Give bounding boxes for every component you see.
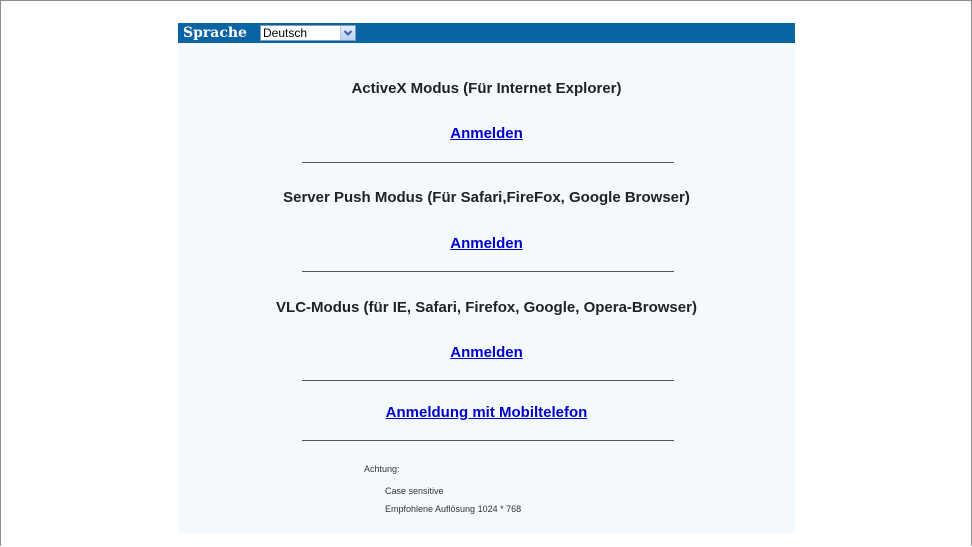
note-recommended-resolution: Empfohlene Auflösung 1024 * 768 bbox=[385, 504, 522, 514]
vlc-mode-title: VLC-Modus (für IE, Safari, Firefox, Goog… bbox=[276, 299, 697, 316]
mobile-login-link[interactable]: Anmeldung mit Mobiltelefon bbox=[178, 404, 795, 421]
divider bbox=[302, 440, 674, 441]
divider bbox=[302, 162, 674, 163]
activex-mode-title: ActiveX Modus (Für Internet Explorer) bbox=[351, 80, 622, 97]
language-select[interactable]: Deutsch bbox=[260, 25, 356, 41]
divider bbox=[302, 380, 674, 381]
server-push-mode-title: Server Push Modus (Für Safari,FireFox, G… bbox=[283, 189, 690, 206]
notes-heading: Achtung: bbox=[364, 464, 400, 474]
language-label: Sprache bbox=[183, 25, 247, 41]
activex-login-link[interactable]: Anmelden bbox=[178, 125, 795, 142]
server-push-login-link[interactable]: Anmelden bbox=[178, 235, 795, 252]
note-case-sensitive: Case sensitive bbox=[385, 486, 444, 496]
chevron-down-icon[interactable] bbox=[340, 26, 355, 40]
language-select-value: Deutsch bbox=[263, 26, 308, 40]
vlc-login-link[interactable]: Anmelden bbox=[178, 344, 795, 361]
login-panel: Sprache Deutsch ActiveX Modus (Für Inter… bbox=[178, 23, 795, 533]
language-bar: Sprache Deutsch bbox=[178, 23, 795, 43]
divider bbox=[302, 271, 674, 272]
